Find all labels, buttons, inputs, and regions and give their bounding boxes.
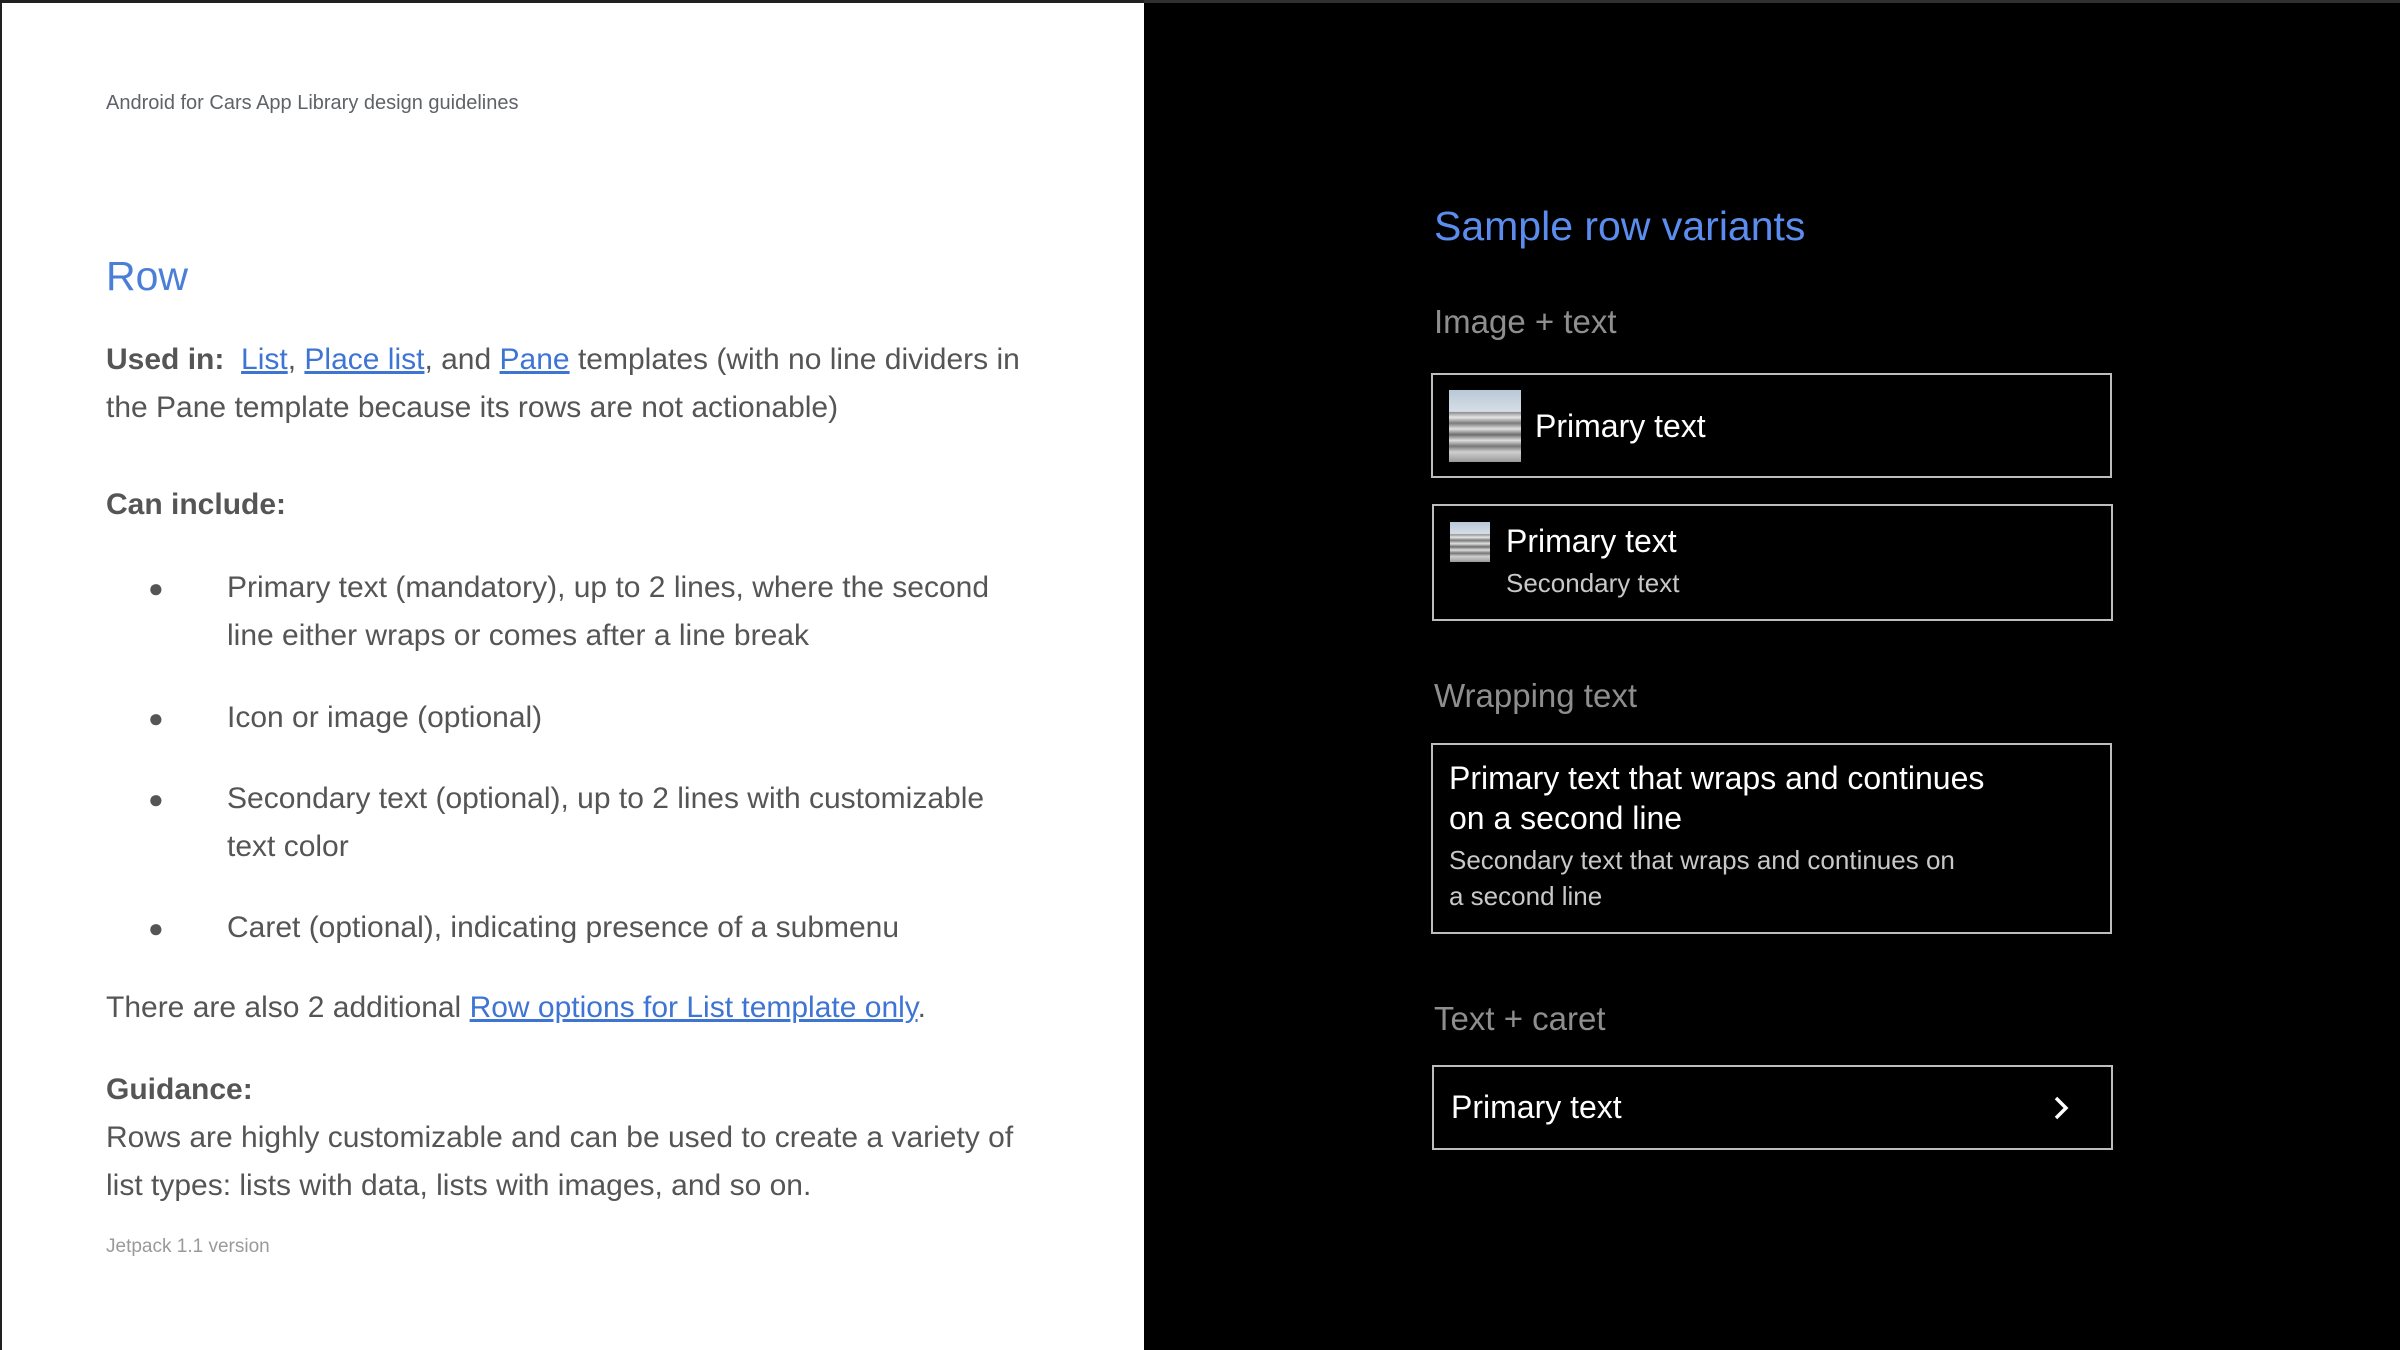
can-include-heading: Can include: [106,488,287,521]
used-in-label: Used in: [106,343,225,376]
guidance-text: Rows are highly customizable and can be … [106,1121,1014,1202]
primary-text: Primary text [1451,1089,1622,1125]
additional-suffix: . [917,991,926,1024]
secondary-text: Secondary text [1506,568,1680,598]
chevron-right-icon [2054,1096,2069,1120]
row-options-link[interactable]: Row options for List template only [470,991,918,1024]
primary-text: Primary text [1535,408,1706,444]
place-list-link[interactable]: Place list [304,343,424,376]
used-in-paragraph: Used in: List, Place list, and Pane temp… [106,336,1046,432]
pane-link[interactable]: Pane [500,343,570,376]
list-link[interactable]: List [241,343,288,376]
sample-row-caret: Primary text [1432,1065,2113,1150]
samples-title: Sample row variants [1434,203,1806,249]
bullet-icon: ● [148,784,164,814]
bullet-icon: ● [148,573,164,603]
building-thumbnail-image [1450,522,1490,562]
list-item-text: Primary text (mandatory), up to 2 lines,… [227,571,990,652]
secondary-text-line-2: a second line [1449,881,1603,911]
guidance-label: Guidance: [106,1073,253,1106]
primary-text-line-2: on a second line [1449,800,1683,836]
list-item-text: Secondary text (optional), up to 2 lines… [227,782,985,863]
secondary-text-line-1: Secondary text that wraps and continues … [1449,845,1955,875]
version-footer: Jetpack 1.1 version [106,1236,270,1257]
wrapping-text-heading: Wrapping text [1434,677,1637,714]
guidance-paragraph: Guidance: Rows are highly customizable a… [106,1066,1046,1210]
sample-row-wrapping: Primary text that wraps and continues on… [1431,743,2112,934]
building-thumbnail-image [1449,390,1521,462]
list-item-text: Caret (optional), indicating presence of… [227,911,900,944]
bullet-icon: ● [148,703,164,733]
sample-row-image-large: Primary text [1431,373,2112,478]
image-text-heading: Image + text [1434,303,1617,340]
list-item-text: Icon or image (optional) [227,701,543,734]
separator-comma: , [287,343,297,376]
primary-text-line-1: Primary text that wraps and continues [1449,760,1985,796]
additional-paragraph: There are also 2 additional Row options … [106,984,1046,1032]
text-caret-heading: Text + caret [1434,1000,1606,1037]
can-include-label: Can include: [106,481,1046,529]
separator-and: , and [424,343,492,376]
additional-prefix: There are also 2 additional [106,991,462,1024]
guidelines-panel: Android for Cars App Library design guid… [0,0,1144,1350]
page-title: Row [106,253,189,299]
bullet-icon: ● [148,913,164,943]
document-header: Android for Cars App Library design guid… [106,92,519,114]
samples-panel: Sample row variants Image + text Primary… [1144,0,2400,1350]
sample-row-image-small: Primary text Secondary text [1432,504,2113,621]
primary-text: Primary text [1506,523,1677,559]
